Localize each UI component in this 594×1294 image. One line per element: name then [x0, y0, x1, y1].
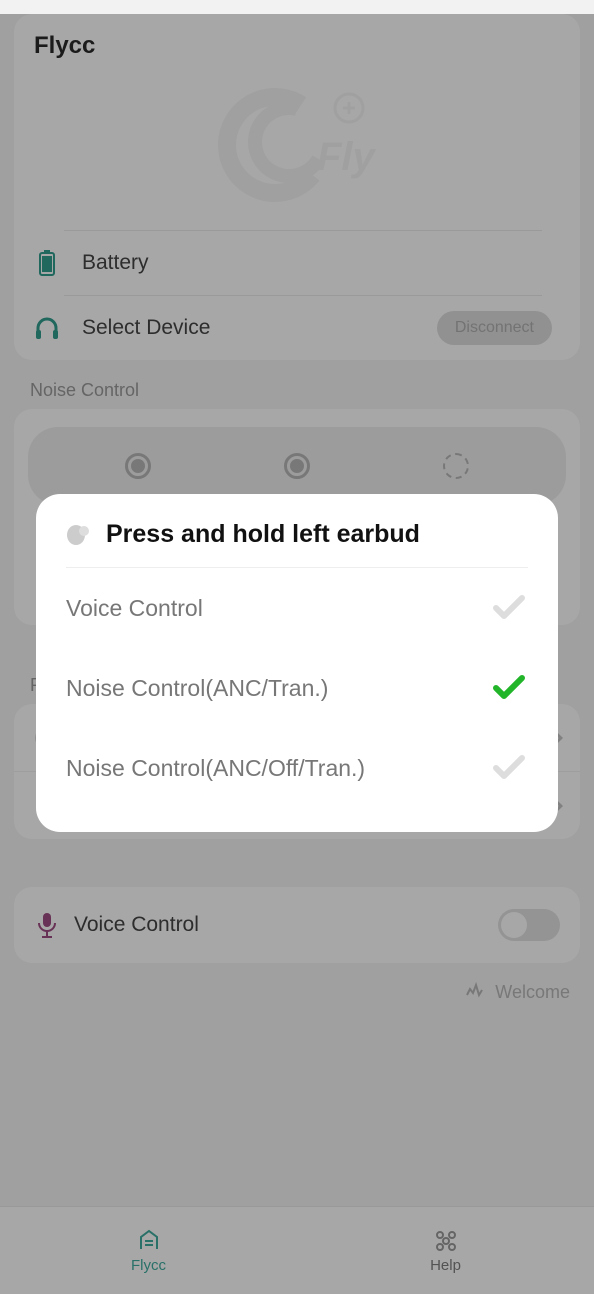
- left-earbud-icon: [66, 523, 92, 547]
- check-icon: [492, 594, 528, 622]
- dialog-title: Press and hold left earbud: [106, 520, 420, 549]
- modal-overlay[interactable]: Press and hold left earbud Voice Control…: [0, 14, 594, 1294]
- option-label: Voice Control: [66, 595, 492, 622]
- dialog-option[interactable]: Noise Control(ANC/Tran.): [66, 648, 528, 728]
- check-icon-selected: [492, 674, 528, 702]
- option-label: Noise Control(ANC/Off/Tran.): [66, 755, 492, 782]
- dialog: Press and hold left earbud Voice Control…: [36, 494, 558, 832]
- check-icon: [492, 754, 528, 782]
- dialog-option[interactable]: Noise Control(ANC/Off/Tran.): [66, 728, 528, 808]
- dialog-option[interactable]: Voice Control: [66, 568, 528, 648]
- dialog-head: Press and hold left earbud: [66, 494, 528, 568]
- option-label: Noise Control(ANC/Tran.): [66, 675, 492, 702]
